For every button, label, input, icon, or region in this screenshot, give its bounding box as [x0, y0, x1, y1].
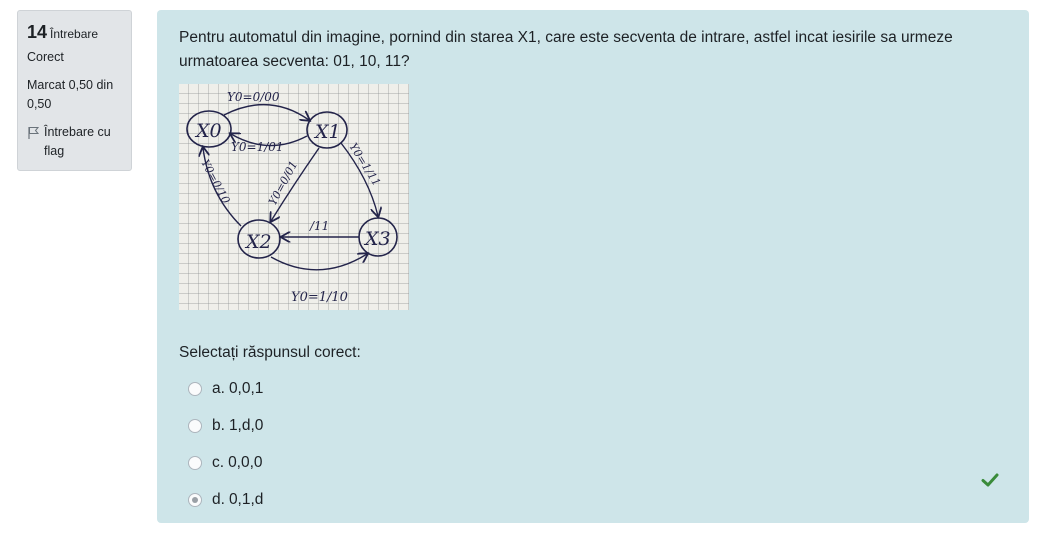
answer-option-a[interactable]: a. 0,0,1 — [179, 370, 1007, 407]
flag-question-label[interactable]: Întrebare cu flag — [44, 123, 122, 161]
transition-label-x0-x1: Y0=0/00 — [227, 90, 280, 104]
answer-option-c[interactable]: c. 0,0,0 — [179, 444, 1007, 481]
question-grade: Marcat 0,50 din 0,50 — [27, 78, 114, 111]
answer-prompt: Selectați răspunsul corect: — [179, 344, 361, 361]
answer-d-text: 0,1,d — [228, 490, 264, 508]
answer-c-text: 0,0,0 — [228, 453, 263, 471]
state-x2-label: X2 — [244, 231, 272, 253]
flag-question-toggle[interactable]: Întrebare cu flag — [27, 123, 122, 161]
answer-c-radio[interactable] — [188, 455, 202, 470]
question-number: 14 — [27, 22, 48, 42]
transition-label-x1-x0: Y0=1/01 — [231, 140, 284, 154]
answer-a-letter: a. — [212, 379, 225, 397]
answer-c-letter: c. — [212, 453, 225, 471]
answer-a-radio[interactable] — [188, 381, 202, 396]
state-x1-label: X1 — [313, 121, 341, 143]
question-text: Pentru automatul din imagine, pornind di… — [179, 29, 953, 70]
automaton-diagram-image: X0 X1 X2 X3 Y0=0/00 Y0=1/01 Y0=1/11 Y0=0… — [179, 84, 409, 310]
answer-option-b[interactable]: b. 1,d,0 — [179, 407, 1007, 444]
answer-option-d[interactable]: d. 0,1,d — [179, 481, 1007, 518]
transition-label-x2-x3: Y0=1/10 — [291, 290, 348, 305]
answer-b-radio[interactable] — [188, 418, 202, 433]
answer-d-letter: d. — [212, 490, 225, 508]
answer-d-radio[interactable] — [188, 492, 202, 507]
answer-b-text: 1,d,0 — [228, 416, 264, 434]
question-word: Întrebare — [50, 27, 99, 41]
transition-label-x3-x2: /11 — [309, 219, 329, 233]
question-info-panel: 14 Întrebare Corect Marcat 0,50 din 0,50 … — [17, 10, 132, 171]
question-heading: 14 Întrebare — [27, 21, 122, 45]
flag-icon — [28, 127, 40, 139]
state-x3-label: X3 — [363, 228, 391, 250]
answer-a-text: 0,0,1 — [228, 379, 264, 397]
checkmark-icon — [981, 473, 999, 487]
question-content: Pentru automatul din imagine, pornind di… — [157, 10, 1029, 523]
state-x0-label: X0 — [194, 120, 222, 142]
answer-options: a. 0,0,1 b. 1,d,0 c. 0,0,0 d. 0,1,d — [179, 370, 1007, 518]
answer-b-letter: b. — [212, 416, 225, 434]
question-state: Corect — [27, 50, 64, 64]
